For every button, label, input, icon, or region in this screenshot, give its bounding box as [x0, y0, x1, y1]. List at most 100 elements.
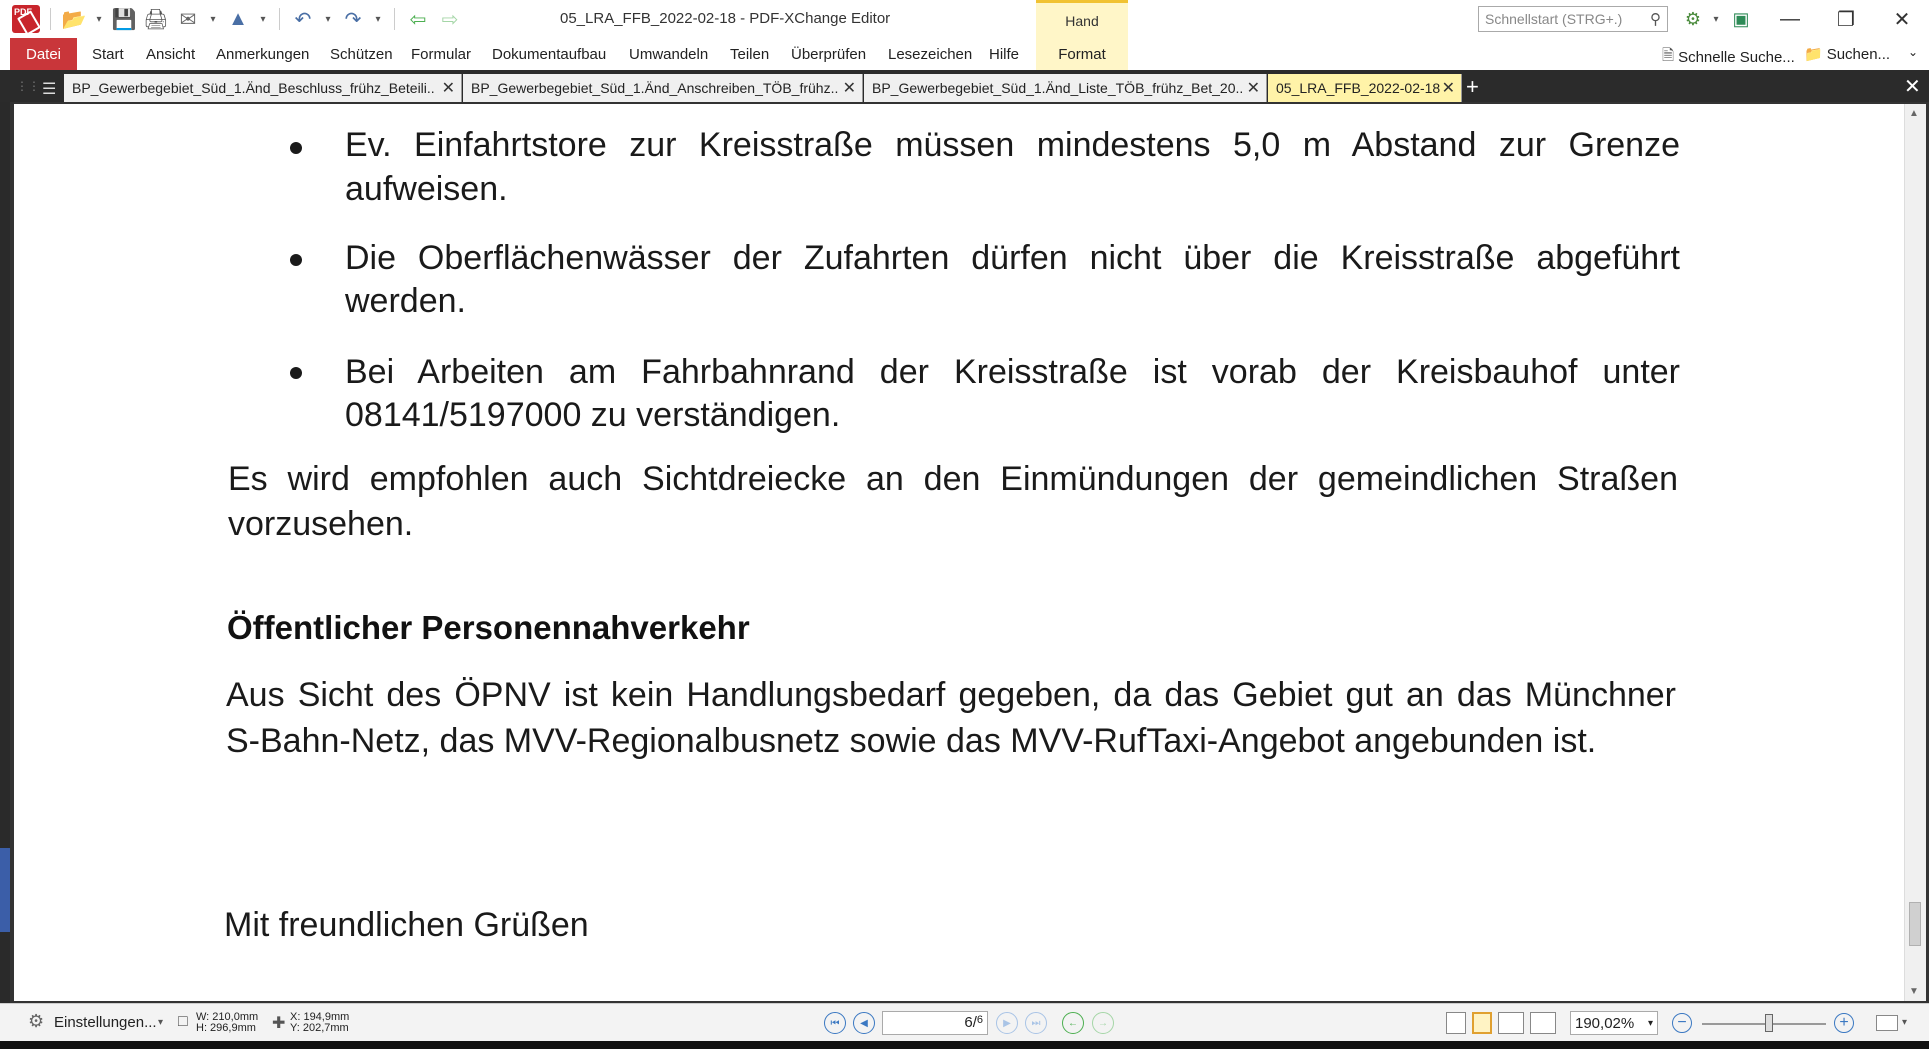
close-icon[interactable]: ✕ [1442, 78, 1455, 98]
last-page-icon[interactable]: ⏭ [1025, 1012, 1047, 1034]
quick-find-button[interactable]: 🗎 Schnelle Suche... [1662, 45, 1795, 70]
fit-dropdown-icon[interactable]: ▾ [1902, 1017, 1907, 1028]
ribbon-collapse-icon[interactable]: ⌄ [1908, 45, 1918, 59]
menu-ansicht[interactable]: Ansicht [146, 46, 195, 63]
menu-hilfe[interactable]: Hilfe [989, 46, 1019, 63]
undo-dropdown-icon[interactable]: ▾ [322, 6, 334, 32]
bullet-2-line-1: Die Oberflächenwässer der Zufahrten dürf… [345, 239, 1680, 277]
bullet-marker [290, 254, 302, 266]
open-folder-icon[interactable]: 📂 [61, 6, 87, 32]
menu-start[interactable]: Start [92, 46, 124, 63]
window-title: 05_LRA_FFB_2022-02-18 - PDF-XChange Edit… [560, 10, 891, 27]
scroll-up-icon[interactable]: ▲ [1909, 108, 1919, 119]
menu-umwandeln[interactable]: Umwandeln [629, 46, 708, 63]
find-button[interactable]: 📁 Suchen... [1804, 45, 1890, 64]
app-logo-icon[interactable]: PDF [12, 5, 40, 33]
close-icon[interactable]: ✕ [843, 78, 856, 98]
zoom-slider[interactable] [1702, 1023, 1826, 1025]
new-tab-icon[interactable]: + [1466, 74, 1479, 100]
print-icon[interactable]: 🖨 [143, 6, 169, 32]
customize-dropdown-icon[interactable]: ▾ [1703, 7, 1729, 31]
doc-tab-3[interactable]: BP_Gewerbegebiet_Süd_1.Änd_Liste_TÖB_frü… [864, 74, 1267, 102]
restore-button[interactable]: ❐ [1818, 0, 1874, 38]
previous-page-icon[interactable]: ◀ [853, 1012, 875, 1034]
fullscreen-icon[interactable]: ▣ [1728, 7, 1754, 31]
undo-icon[interactable]: ↶ [290, 6, 316, 32]
doc-tab-active[interactable]: 05_LRA_FFB_2022-02-18 ✕ [1268, 74, 1462, 102]
quick-launch-search[interactable]: Schnellstart (STRG+.) ⚲ [1478, 6, 1668, 32]
zoom-level-select[interactable]: 190,02% ▾ [1570, 1011, 1658, 1035]
settings-gear-icon[interactable]: ⚙ [28, 1011, 44, 1032]
menu-lesezeichen[interactable]: Lesezeichen [888, 46, 972, 63]
previous-view-icon[interactable]: ← [1062, 1012, 1084, 1034]
back-view-icon[interactable]: ⇦ [405, 6, 431, 32]
bullet-3-line-2: 08141/5197000 zu verständigen. [345, 396, 841, 434]
menu-file[interactable]: Datei [10, 38, 77, 70]
fit-page-icon[interactable] [1876, 1015, 1898, 1031]
toolbar-separator [50, 8, 51, 30]
menu-ueberpruefen[interactable]: Überprüfen [791, 46, 866, 63]
zoom-out-icon[interactable]: − [1672, 1013, 1692, 1033]
close-icon[interactable]: ✕ [1247, 78, 1260, 98]
doc-tab-label: 05_LRA_FFB_2022-02-18 [1276, 80, 1441, 96]
scroll-thumb[interactable] [1909, 902, 1921, 946]
next-view-icon[interactable]: → [1092, 1012, 1114, 1034]
menu-schuetzen[interactable]: Schützen [330, 46, 393, 63]
doc-tab-2[interactable]: BP_Gewerbegebiet_Süd_1.Änd_Anschreiben_T… [463, 74, 863, 102]
vertical-scrollbar[interactable]: ▲ ▼ [1904, 104, 1926, 1001]
email-dropdown-icon[interactable]: ▾ [207, 6, 219, 32]
scan-dropdown-icon[interactable]: ▾ [257, 6, 269, 32]
pdf-page[interactable]: Ev. Einfahrtstore zur Kreisstraße müssen… [14, 104, 1910, 1001]
settings-label[interactable]: Einstellungen... [54, 1014, 157, 1031]
facing-view-icon[interactable] [1498, 1012, 1524, 1034]
menu-teilen[interactable]: Teilen [730, 46, 769, 63]
continuous-facing-view-icon[interactable] [1530, 1012, 1556, 1034]
quick-launch-placeholder: Schnellstart (STRG+.) [1485, 11, 1623, 27]
redo-dropdown-icon[interactable]: ▾ [372, 6, 384, 32]
toolbar-separator [394, 8, 395, 30]
email-icon[interactable]: ✉ [175, 6, 201, 32]
tab-list-icon[interactable]: ☰ [42, 79, 56, 99]
close-window-button[interactable]: ✕ [1874, 0, 1929, 38]
redo-icon[interactable]: ↷ [340, 6, 366, 32]
close-all-tabs-icon[interactable]: ✕ [1904, 74, 1921, 99]
cursor-position-icon: ✚ [272, 1015, 286, 1032]
bullet-1-line-2: aufweisen. [345, 170, 508, 208]
doc-tab-1[interactable]: BP_Gewerbegebiet_Süd_1.Änd_Beschluss_frü… [64, 74, 462, 102]
zoom-in-icon[interactable]: + [1834, 1013, 1854, 1033]
settings-dropdown-icon[interactable]: ▾ [158, 1017, 163, 1028]
paragraph-sight-triangles-line-1: Es wird empfohlen auch Sichtdreiecke an … [228, 460, 1678, 498]
quick-find-icon: 🗎 [1662, 47, 1675, 64]
forward-view-icon[interactable]: ⇨ [437, 6, 463, 32]
menu-formular[interactable]: Formular [411, 46, 471, 63]
scroll-down-icon[interactable]: ▼ [1909, 986, 1919, 997]
first-page-icon[interactable]: ⏮ [824, 1012, 846, 1034]
zoom-slider-thumb[interactable] [1765, 1014, 1773, 1032]
next-page-icon[interactable]: ▶ [996, 1012, 1018, 1034]
save-icon[interactable]: 💾 [111, 6, 137, 32]
close-icon[interactable]: ✕ [442, 78, 455, 98]
menu-anmerkungen[interactable]: Anmerkungen [216, 46, 309, 63]
chevron-down-icon: ▾ [1647, 1017, 1653, 1029]
doc-tab-label: BP_Gewerbegebiet_Süd_1.Änd_Beschluss_frü… [72, 80, 435, 96]
continuous-view-icon[interactable] [1472, 1012, 1492, 1034]
find-folder-icon: 📁 [1804, 46, 1823, 63]
menu-format[interactable]: Format [1036, 38, 1128, 70]
menu-dokumentaufbau[interactable]: Dokumentaufbau [492, 46, 606, 63]
bullet-2-line-2: werden. [345, 282, 466, 320]
minimize-button[interactable]: — [1762, 0, 1818, 38]
cursor-y: Y: 202,7mm [290, 1022, 349, 1034]
context-tab-hand[interactable]: Hand [1036, 0, 1128, 38]
doc-tab-label: BP_Gewerbegebiet_Süd_1.Änd_Anschreiben_T… [471, 80, 839, 96]
paragraph-sight-triangles-line-2: vorzusehen. [228, 505, 414, 543]
scan-icon[interactable]: ▲ [225, 6, 251, 32]
title-bar: PDF 📂 ▾ 💾 🖨 ✉ ▾ ▲ ▾ ↶ ▾ ↷ ▾ ⇦ ⇨ 05_LRA_F… [0, 0, 1929, 38]
page-number-field[interactable]: 6/6 [882, 1011, 988, 1035]
search-icon[interactable]: ⚲ [1650, 10, 1661, 28]
page-height: H: 296,9mm [196, 1022, 256, 1034]
single-page-view-icon[interactable] [1446, 1012, 1466, 1034]
open-dropdown-icon[interactable]: ▾ [93, 6, 105, 32]
page-size-icon: □ [178, 1013, 188, 1030]
tab-grip-icon[interactable]: ⋮⋮ [16, 79, 40, 93]
zoom-level: 190,02% [1575, 1014, 1635, 1032]
